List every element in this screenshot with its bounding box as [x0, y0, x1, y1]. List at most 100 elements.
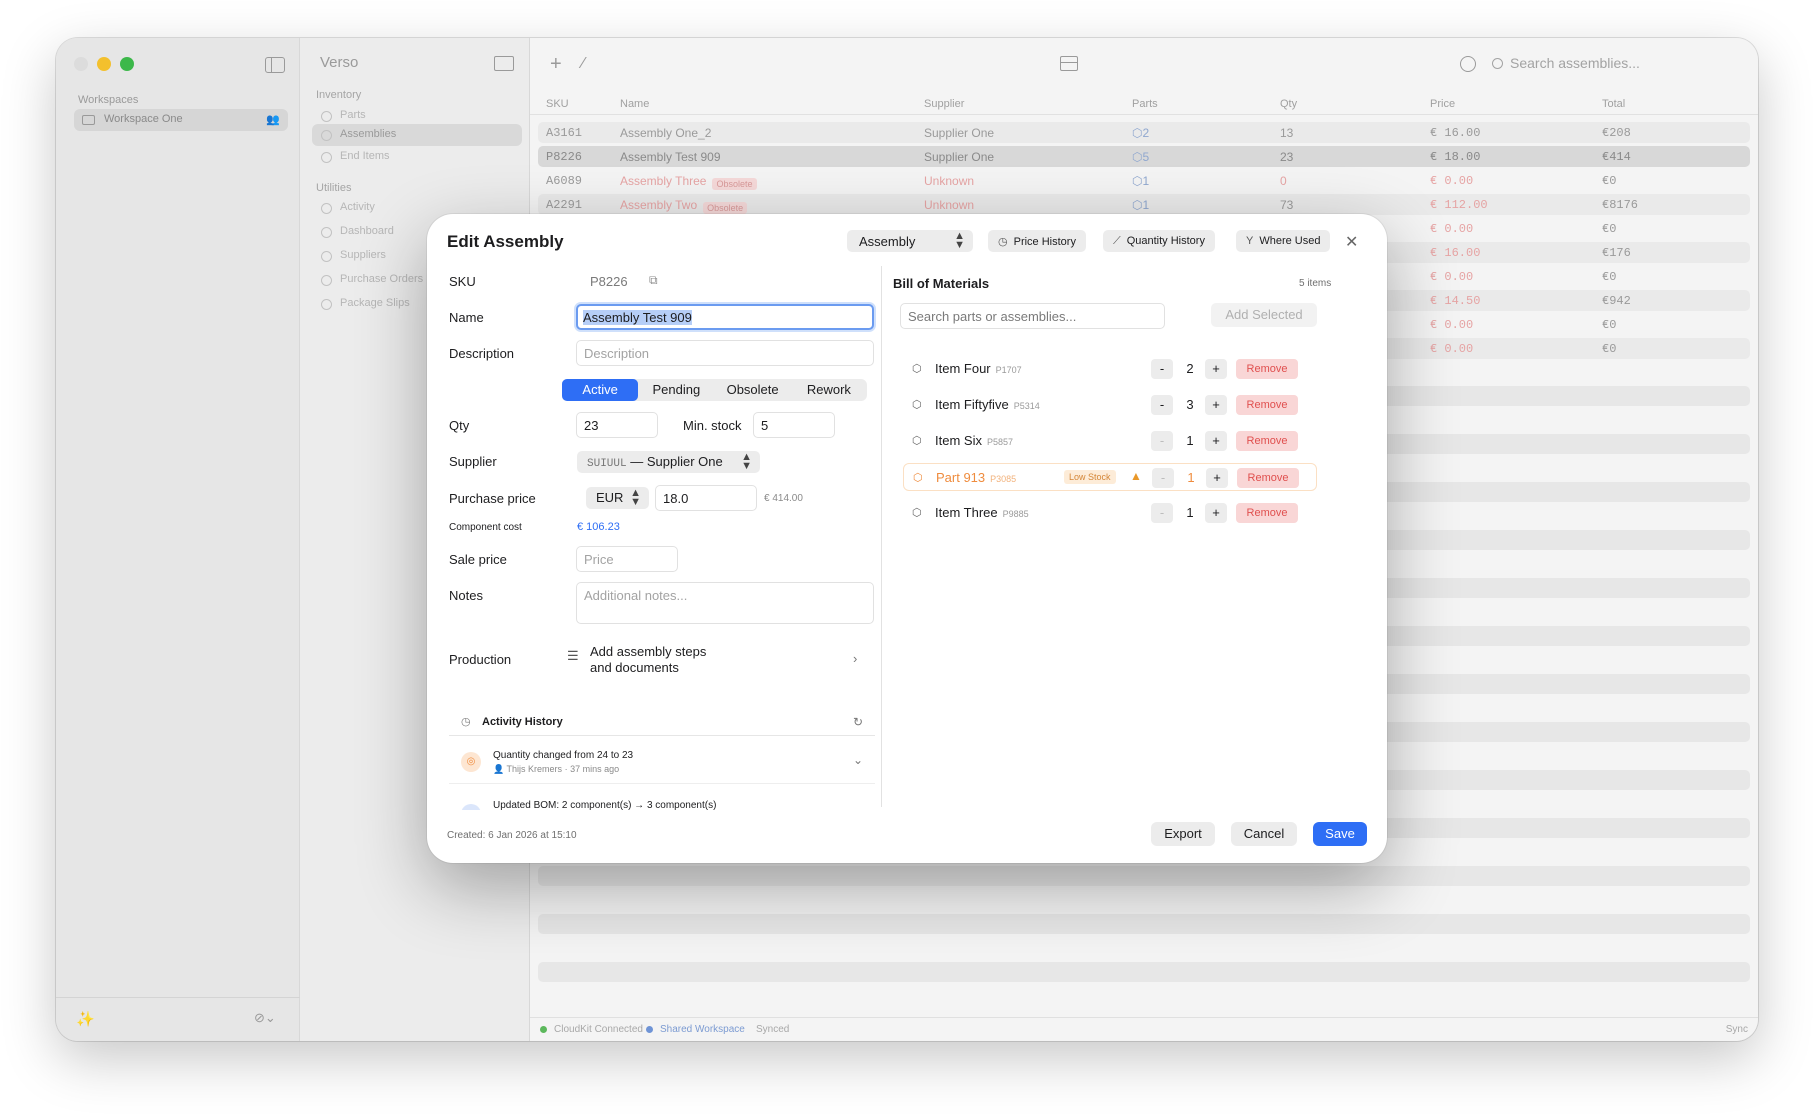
- remove-button[interactable]: Remove: [1236, 395, 1298, 415]
- sidebar: Workspaces Workspace One 👥 ✨ ⊘⌄: [56, 38, 300, 1041]
- bom-item-low-stock[interactable]: ⬡ Part 913 P3085 Low Stock ▲ - 1 + Remove: [903, 463, 1317, 491]
- quantity-history-button[interactable]: ⟋ Quantity History: [1103, 230, 1215, 252]
- decrement-button[interactable]: -: [1151, 395, 1173, 415]
- sidebar-item-workspace[interactable]: Workspace One 👥: [74, 109, 288, 131]
- currency-select[interactable]: EUR ▲ ▼: [586, 487, 649, 509]
- save-button[interactable]: Save: [1313, 822, 1367, 846]
- clock-icon: ◷: [998, 236, 1008, 248]
- filter-icon[interactable]: [1460, 56, 1476, 72]
- price-history-button[interactable]: ◷ Price History: [988, 230, 1086, 252]
- remove-button[interactable]: Remove: [1236, 503, 1298, 523]
- nav-item-assemblies[interactable]: Assemblies: [312, 124, 522, 146]
- bom-search-input[interactable]: Search parts or assemblies...: [900, 303, 1165, 329]
- column-header-sku[interactable]: SKU: [546, 98, 569, 110]
- qty-label: Qty: [449, 418, 470, 433]
- sale-price-field[interactable]: Price: [576, 546, 678, 572]
- close-window-button[interactable]: [74, 57, 88, 71]
- table-view-icon[interactable]: [1060, 56, 1078, 71]
- obsolete-badge: Obsolete: [712, 178, 757, 190]
- column-header-supplier[interactable]: Supplier: [924, 98, 964, 110]
- notes-field[interactable]: Additional notes...: [576, 582, 874, 624]
- where-used-button[interactable]: Y Where Used: [1236, 230, 1331, 252]
- bom-qty: 1: [1186, 433, 1194, 448]
- increment-button[interactable]: +: [1206, 468, 1228, 488]
- decrement-button[interactable]: -: [1152, 468, 1174, 488]
- description-field[interactable]: Description: [576, 340, 874, 366]
- cube-icon: ⬡: [912, 435, 922, 447]
- new-folder-icon[interactable]: [494, 56, 514, 71]
- edit-assembly-dialog: Edit Assembly Assembly ▲ ▼ ◷ Price History …: [427, 214, 1387, 863]
- activity-item[interactable]: Updated BOM: 2 component(s) → 3 componen…: [449, 800, 875, 810]
- name-field[interactable]: Assembly Test 909: [576, 304, 874, 330]
- status-option-obsolete[interactable]: Obsolete: [715, 379, 791, 401]
- search-field[interactable]: Search assemblies...: [1492, 55, 1640, 71]
- search-icon: [1492, 58, 1503, 69]
- remove-button[interactable]: Remove: [1237, 468, 1299, 488]
- status-option-active[interactable]: Active: [562, 379, 639, 401]
- end-item-icon: [321, 152, 332, 163]
- bom-count: 5 items: [1299, 278, 1332, 289]
- bom-item[interactable]: ⬡ Item Six P5857 - 1 + Remove: [903, 427, 1317, 455]
- list-icon: ☰: [567, 648, 579, 663]
- minimize-window-button[interactable]: [97, 57, 111, 71]
- column-header-price[interactable]: Price: [1430, 98, 1455, 110]
- column-header-qty[interactable]: Qty: [1280, 98, 1297, 110]
- type-select[interactable]: Assembly ▲ ▼: [847, 230, 973, 252]
- activity-item[interactable]: ◎ Quantity changed from 24 to 23 👤 Thijs…: [449, 736, 875, 784]
- table-row[interactable]: A2291 Assembly Two Obsolete Unknown ⬡1 73…: [538, 194, 1750, 215]
- status-option-pending[interactable]: Pending: [638, 379, 714, 401]
- increment-button[interactable]: +: [1205, 359, 1227, 379]
- branch-icon: Y: [1246, 235, 1254, 247]
- remove-button[interactable]: Remove: [1236, 431, 1298, 451]
- table-row[interactable]: A3161 Assembly One_2 Supplier One ⬡2 13 …: [538, 122, 1750, 143]
- sync-label: Sync: [1725, 1024, 1748, 1035]
- gear-icon: [321, 111, 332, 122]
- window-controls: [74, 57, 134, 71]
- refresh-icon[interactable]: ↻: [853, 715, 863, 729]
- chevron-right-icon[interactable]: ›: [853, 651, 857, 666]
- purchase-price-field[interactable]: 18.0: [655, 485, 757, 511]
- bom-item[interactable]: ⬡ Item Four P1707 - 2 + Remove: [903, 355, 1317, 383]
- chevron-down-icon[interactable]: ⌄: [853, 753, 863, 767]
- bom-item[interactable]: ⬡ Item Three P9885 - 1 + Remove: [903, 499, 1317, 527]
- table-row-selected[interactable]: P8226 Assembly Test 909 Supplier One ⬡5 …: [538, 146, 1750, 167]
- column-header-parts[interactable]: Parts: [1132, 98, 1158, 110]
- cancel-button[interactable]: Cancel: [1231, 822, 1297, 846]
- decrement-button[interactable]: -: [1151, 359, 1173, 379]
- zoom-window-button[interactable]: [120, 57, 134, 71]
- table-row[interactable]: A6089 Assembly Three Obsolete Unknown ⬡1 …: [538, 170, 1750, 191]
- party-popper-icon[interactable]: ✨: [76, 1010, 95, 1028]
- status-menu-icon[interactable]: ⊘⌄: [254, 1010, 276, 1026]
- supplier-select[interactable]: SUIUUL — Supplier One ▲ ▼: [577, 451, 760, 473]
- bom-qty: 2: [1186, 361, 1194, 376]
- close-icon[interactable]: ✕: [1345, 232, 1358, 252]
- edit-icon[interactable]: ⁄: [582, 54, 585, 74]
- production-link[interactable]: ☰ Add assembly steps and documents: [567, 644, 860, 676]
- increment-button[interactable]: +: [1205, 431, 1227, 451]
- purchase-orders-icon: [321, 275, 332, 286]
- decrement-button[interactable]: -: [1151, 503, 1173, 523]
- status-option-rework[interactable]: Rework: [791, 379, 867, 401]
- sync-status: Synced: [756, 1024, 790, 1035]
- increment-button[interactable]: +: [1205, 503, 1227, 523]
- add-icon[interactable]: +: [550, 54, 562, 74]
- sidebar-toggle-icon[interactable]: [265, 57, 285, 73]
- suppliers-icon: [321, 251, 332, 262]
- decrement-button[interactable]: -: [1151, 431, 1173, 451]
- shared-workspace-label: Shared Workspace: [660, 1024, 745, 1035]
- min-stock-field[interactable]: 5: [753, 412, 835, 438]
- search-input[interactable]: Search assemblies...: [1510, 55, 1640, 71]
- nav-item-end-items[interactable]: End Items: [312, 146, 522, 168]
- copy-icon[interactable]: ⧉: [649, 273, 658, 288]
- bom-item[interactable]: ⬡ Item Fiftyfive P5314 - 3 + Remove: [903, 391, 1317, 419]
- description-label: Description: [449, 346, 515, 361]
- qty-field[interactable]: 23: [576, 412, 658, 438]
- column-header-total[interactable]: Total: [1602, 98, 1625, 110]
- column-header-name[interactable]: Name: [620, 98, 649, 110]
- export-button[interactable]: Export: [1151, 822, 1215, 846]
- sale-price-label: Sale price: [449, 552, 507, 567]
- component-cost-link[interactable]: € 106.23: [577, 521, 620, 533]
- increment-button[interactable]: +: [1205, 395, 1227, 415]
- remove-button[interactable]: Remove: [1236, 359, 1298, 379]
- add-selected-button[interactable]: Add Selected: [1211, 303, 1317, 327]
